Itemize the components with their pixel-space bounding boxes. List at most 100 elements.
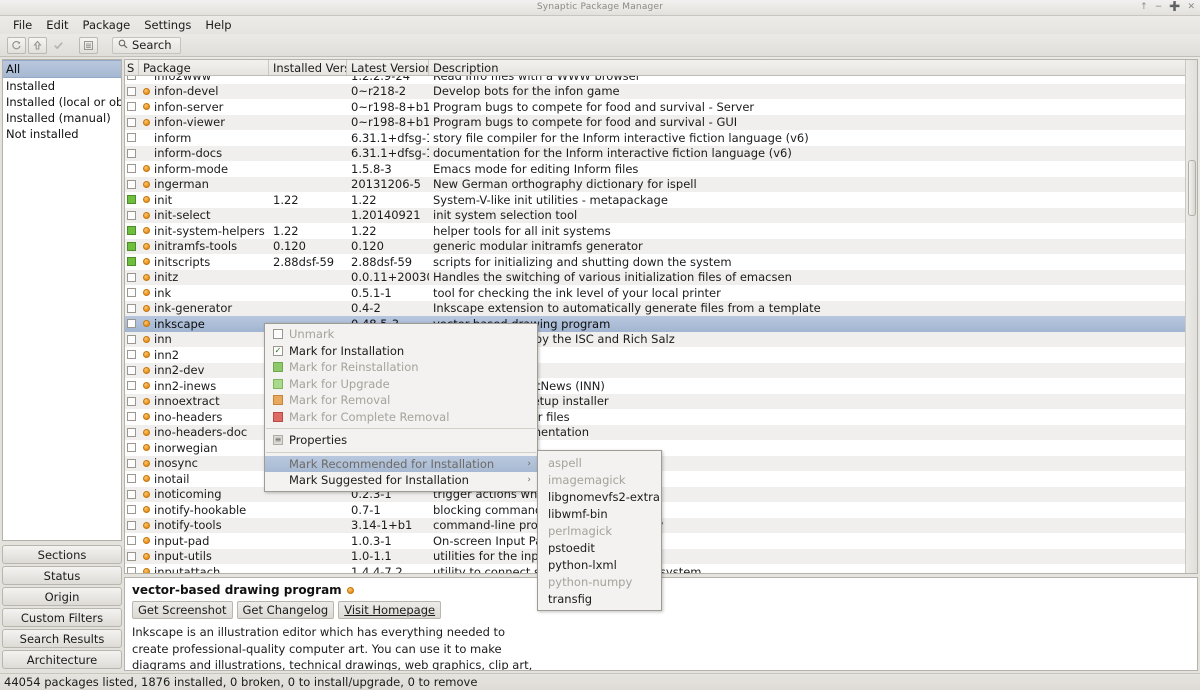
filter-item-1[interactable]: Installed bbox=[3, 78, 121, 94]
category-button-origin[interactable]: Origin bbox=[2, 587, 122, 606]
scrollbar-thumb[interactable] bbox=[1188, 160, 1196, 216]
cell-status[interactable] bbox=[125, 210, 139, 220]
cell-status[interactable] bbox=[125, 520, 139, 530]
vertical-scrollbar[interactable] bbox=[1185, 60, 1197, 573]
table-row[interactable]: init-system-helpers 1.22 1.22 helper tools … bbox=[125, 223, 1197, 239]
table-row[interactable]: ink 0.5.1-1 tool for checking the ink leve… bbox=[125, 285, 1197, 301]
table-row[interactable]: infon-server 0~r198-8+b1 Program bugs to c… bbox=[125, 99, 1197, 115]
cell-status[interactable] bbox=[125, 536, 139, 546]
get-changelog-button[interactable]: Get Changelog bbox=[236, 601, 335, 619]
table-row[interactable]: infon-viewer 0~r198-8+b1 Program bugs to c… bbox=[125, 114, 1197, 130]
cell-status[interactable] bbox=[125, 396, 139, 406]
shade-button[interactable]: ↑ bbox=[1140, 2, 1148, 12]
cell-status[interactable] bbox=[125, 505, 139, 515]
cell-status[interactable] bbox=[125, 179, 139, 189]
context-menu-item-unmark[interactable]: Unmark bbox=[265, 326, 537, 343]
status-checkbox-icon[interactable] bbox=[127, 334, 136, 344]
table-row[interactable]: inform-mode 1.5.8-3 Emacs mode for editing… bbox=[125, 161, 1197, 177]
submenu-item-libgnomevfs2-extra[interactable]: libgnomevfs2-extra bbox=[538, 488, 661, 505]
table-row[interactable]: initramfs-tools 0.120 0.120 generic modular… bbox=[125, 238, 1197, 254]
status-checkbox-icon[interactable] bbox=[127, 210, 136, 220]
column-header-latest-version[interactable]: Latest Version bbox=[347, 60, 429, 75]
filter-item-0[interactable]: All bbox=[3, 60, 121, 78]
status-checkbox-icon[interactable] bbox=[127, 179, 136, 189]
menu-settings[interactable]: Settings bbox=[137, 17, 198, 33]
cell-status[interactable] bbox=[125, 427, 139, 437]
submenu-item-perlmagick[interactable]: perlmagick bbox=[538, 522, 661, 539]
cell-status[interactable] bbox=[125, 474, 139, 484]
status-checkbox-icon[interactable] bbox=[127, 427, 136, 437]
table-row[interactable]: initscripts 2.88dsf-59 2.88dsf-59 scripts f… bbox=[125, 254, 1197, 270]
status-checkbox-icon[interactable] bbox=[127, 288, 136, 298]
status-checkbox-icon[interactable] bbox=[127, 551, 136, 561]
table-row[interactable]: initz 0.0.11+20030600 Handles the switchin… bbox=[125, 269, 1197, 285]
category-button-custom-filters[interactable]: Custom Filters bbox=[2, 608, 122, 627]
context-menu-item-mark-recommended-for-installation[interactable]: Mark Recommended for Installation › bbox=[265, 455, 537, 472]
mark-all-upgrades-icon[interactable] bbox=[28, 36, 47, 54]
context-menu-item-mark-for-upgrade[interactable]: Mark for Upgrade bbox=[265, 376, 537, 393]
context-menu-item-properties[interactable]: ≡ Properties bbox=[265, 432, 537, 449]
column-header-installed-version[interactable]: Installed Versiı bbox=[269, 60, 347, 75]
cell-status[interactable] bbox=[125, 164, 139, 174]
reload-icon[interactable] bbox=[7, 36, 26, 54]
filter-item-4[interactable]: Not installed bbox=[3, 126, 121, 142]
status-checkbox-icon[interactable] bbox=[127, 412, 136, 422]
recommended-packages-submenu[interactable]: aspell imagemagick libgnomevfs2-extra libwm… bbox=[537, 450, 662, 611]
category-button-architecture[interactable]: Architecture bbox=[2, 650, 122, 669]
menu-file[interactable]: File bbox=[6, 17, 39, 33]
status-checkbox-icon[interactable] bbox=[127, 505, 136, 515]
context-menu-item-mark-for-removal[interactable]: Mark for Removal bbox=[265, 392, 537, 409]
status-checkbox-icon[interactable] bbox=[127, 303, 136, 313]
submenu-item-transfig[interactable]: transfig bbox=[538, 590, 661, 607]
table-row[interactable]: inform 6.31.1+dfsg-1.1 story file compiler… bbox=[125, 130, 1197, 146]
cell-status[interactable] bbox=[125, 272, 139, 282]
properties-icon[interactable] bbox=[79, 36, 98, 54]
category-button-status[interactable]: Status bbox=[2, 566, 122, 585]
installed-checkbox-icon[interactable] bbox=[127, 195, 136, 205]
status-checkbox-icon[interactable] bbox=[127, 133, 136, 143]
submenu-item-python-numpy[interactable]: python-numpy bbox=[538, 573, 661, 590]
table-row[interactable]: info2www 1.2.2.9-24Read info files with a… bbox=[125, 76, 1197, 84]
minimize-button[interactable]: − bbox=[1155, 2, 1163, 12]
status-checkbox-icon[interactable] bbox=[127, 102, 136, 112]
submenu-item-aspell[interactable]: aspell bbox=[538, 454, 661, 471]
cell-status[interactable] bbox=[125, 102, 139, 112]
column-header-package[interactable]: Package bbox=[139, 60, 269, 75]
cell-status[interactable] bbox=[125, 148, 139, 158]
cell-status[interactable] bbox=[125, 241, 139, 251]
cell-status[interactable] bbox=[125, 86, 139, 96]
cell-status[interactable] bbox=[125, 551, 139, 561]
filter-item-3[interactable]: Installed (manual) bbox=[3, 110, 121, 126]
status-checkbox-icon[interactable] bbox=[127, 117, 136, 127]
filter-list[interactable]: AllInstalledInstalled (local or obsoInst… bbox=[2, 59, 122, 541]
installed-checkbox-icon[interactable] bbox=[127, 226, 136, 236]
category-button-sections[interactable]: Sections bbox=[2, 545, 122, 564]
table-row[interactable]: infon-devel 0~r218-2 Develop bots for the … bbox=[125, 83, 1197, 99]
status-checkbox-icon[interactable] bbox=[127, 381, 136, 391]
column-header-status[interactable]: S bbox=[125, 60, 139, 75]
status-checkbox-icon[interactable] bbox=[127, 319, 136, 329]
maximize-button[interactable]: ➕ bbox=[1169, 2, 1180, 12]
cell-status[interactable] bbox=[125, 489, 139, 499]
installed-checkbox-icon[interactable] bbox=[127, 241, 136, 251]
status-checkbox-icon[interactable] bbox=[127, 536, 136, 546]
cell-status[interactable] bbox=[125, 117, 139, 127]
submenu-item-libwmf-bin[interactable]: libwmf-bin bbox=[538, 505, 661, 522]
cell-status[interactable] bbox=[125, 76, 139, 81]
status-checkbox-icon[interactable] bbox=[127, 272, 136, 282]
table-row[interactable]: init 1.22 1.22 System-V-like init utilities… bbox=[125, 192, 1197, 208]
cell-status[interactable] bbox=[125, 458, 139, 468]
status-checkbox-icon[interactable] bbox=[127, 567, 136, 573]
context-menu-item-mark-for-reinstallation[interactable]: Mark for Reinstallation bbox=[265, 359, 537, 376]
installed-checkbox-icon[interactable] bbox=[127, 257, 136, 267]
cell-status[interactable] bbox=[125, 303, 139, 313]
context-menu-item-mark-suggested-for-installation[interactable]: Mark Suggested for Installation › bbox=[265, 472, 537, 489]
filter-item-2[interactable]: Installed (local or obso bbox=[3, 94, 121, 110]
cell-status[interactable] bbox=[125, 381, 139, 391]
cell-status[interactable] bbox=[125, 195, 139, 205]
status-checkbox-icon[interactable] bbox=[127, 164, 136, 174]
submenu-item-imagemagick[interactable]: imagemagick bbox=[538, 471, 661, 488]
submenu-item-pstoedit[interactable]: pstoedit bbox=[538, 539, 661, 556]
status-checkbox-icon[interactable] bbox=[127, 86, 136, 96]
submenu-item-python-lxml[interactable]: python-lxml bbox=[538, 556, 661, 573]
